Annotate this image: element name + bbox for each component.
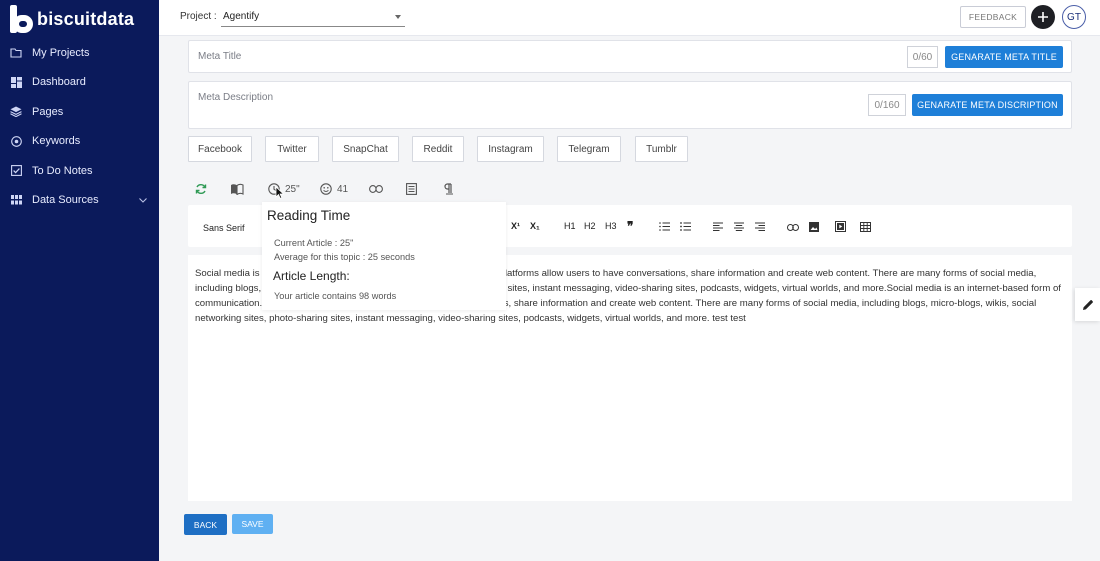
project-select[interactable]: Agentify bbox=[221, 6, 405, 27]
bullet-list-icon[interactable] bbox=[680, 222, 691, 233]
heading3-button[interactable]: H3 bbox=[605, 221, 617, 231]
align-left-icon[interactable] bbox=[713, 222, 723, 233]
link-icon[interactable] bbox=[369, 180, 383, 198]
social-telegram-button[interactable]: Telegram bbox=[557, 136, 621, 162]
social-instagram-button[interactable]: Instagram bbox=[477, 136, 544, 162]
topbar: Project : Agentify FEEDBACK GT bbox=[159, 0, 1100, 36]
folder-icon bbox=[10, 47, 22, 59]
grid-icon bbox=[10, 194, 22, 206]
sidebar-item-data-sources[interactable]: Data Sources bbox=[0, 186, 159, 216]
sidebar-item-label: Dashboard bbox=[32, 76, 86, 89]
social-facebook-button[interactable]: Facebook bbox=[188, 136, 252, 162]
logo-mark-icon bbox=[10, 5, 34, 33]
subscript-button[interactable]: X₁ bbox=[530, 221, 540, 231]
insert-video-icon[interactable] bbox=[835, 221, 846, 234]
social-snapchat-button[interactable]: SnapChat bbox=[332, 136, 399, 162]
heading2-button[interactable]: H2 bbox=[584, 221, 596, 231]
sidebar-item-label: My Projects bbox=[32, 46, 90, 59]
checkbox-icon bbox=[10, 165, 22, 177]
back-button[interactable]: BACK bbox=[184, 514, 227, 535]
edit-pen-button[interactable] bbox=[1075, 288, 1100, 321]
social-twitter-button[interactable]: Twitter bbox=[265, 136, 319, 162]
refresh-icon[interactable] bbox=[195, 180, 207, 198]
tooltip-title: Reading Time bbox=[267, 208, 351, 223]
align-center-icon[interactable] bbox=[734, 222, 744, 233]
caret-down-icon bbox=[395, 15, 401, 19]
blockquote-button[interactable]: ❞ bbox=[627, 219, 633, 233]
mouse-cursor-icon bbox=[275, 186, 284, 199]
brand-logo[interactable]: biscuitdata bbox=[0, 0, 159, 38]
sidebar-item-to-do-notes[interactable]: To Do Notes bbox=[0, 156, 159, 186]
ordered-list-icon[interactable] bbox=[659, 222, 670, 233]
reading-time-value: 25" bbox=[285, 183, 300, 195]
sidebar-item-label: Pages bbox=[32, 105, 64, 118]
reading-time-tooltip: Reading Time Current Article : 25" Avera… bbox=[262, 202, 506, 310]
layers-icon bbox=[10, 106, 22, 118]
project-select-value: Agentify bbox=[223, 11, 260, 22]
project-label: Project : bbox=[180, 11, 217, 22]
meta-description-placeholder: Meta Description bbox=[198, 92, 274, 103]
meta-description-counter: 0/160 bbox=[868, 94, 906, 116]
tooltip-average: Average for this topic : 25 seconds bbox=[274, 252, 415, 262]
feedback-button[interactable]: FEEDBACK bbox=[960, 6, 1026, 28]
social-tumblr-button[interactable]: Tumblr bbox=[635, 136, 688, 162]
sidebar-item-label: Keywords bbox=[32, 135, 81, 148]
brand-name: biscuitdata bbox=[37, 8, 135, 29]
sidebar: biscuitdata My Projects Dashboard Pages … bbox=[0, 0, 159, 561]
sentiment-value: 41 bbox=[337, 183, 349, 195]
font-select[interactable]: Sans Serif bbox=[203, 223, 245, 233]
smiley-icon bbox=[320, 183, 332, 195]
user-avatar[interactable]: GT bbox=[1062, 5, 1086, 29]
generate-meta-description-button[interactable]: GENARATE META DISCRIPTION bbox=[912, 94, 1063, 116]
tooltip-length-title: Article Length: bbox=[273, 269, 350, 283]
insert-link-icon[interactable] bbox=[787, 223, 799, 233]
plus-icon bbox=[1038, 12, 1048, 22]
sidebar-item-label: To Do Notes bbox=[32, 164, 93, 177]
sidebar-item-my-projects[interactable]: My Projects bbox=[0, 38, 159, 68]
meta-title-placeholder: Meta Title bbox=[198, 51, 242, 62]
chevron-down-icon[interactable] bbox=[139, 195, 147, 205]
insert-table-icon[interactable] bbox=[860, 222, 871, 234]
save-button[interactable]: SAVE bbox=[232, 514, 273, 534]
pencil-icon bbox=[1082, 299, 1093, 310]
meta-description-field[interactable]: Meta Description 0/160 GENARATE META DIS… bbox=[188, 81, 1072, 129]
dashboard-icon bbox=[10, 76, 22, 88]
tooltip-current-article: Current Article : 25" bbox=[274, 238, 354, 248]
paragraph-icon[interactable] bbox=[443, 180, 454, 198]
target-icon bbox=[10, 135, 22, 147]
social-reddit-button[interactable]: Reddit bbox=[412, 136, 464, 162]
meta-title-counter: 0/60 bbox=[907, 46, 938, 68]
sidebar-item-dashboard[interactable]: Dashboard bbox=[0, 68, 159, 98]
add-button[interactable] bbox=[1031, 5, 1055, 29]
insert-image-icon[interactable] bbox=[809, 222, 819, 234]
generate-meta-title-button[interactable]: GENARATE META TITLE bbox=[945, 46, 1063, 68]
heading1-button[interactable]: H1 bbox=[564, 221, 576, 231]
tooltip-length-text: Your article contains 98 words bbox=[274, 291, 397, 301]
superscript-button[interactable]: X¹ bbox=[511, 221, 520, 231]
sidebar-nav: My Projects Dashboard Pages Keywords To … bbox=[0, 38, 159, 215]
sidebar-item-keywords[interactable]: Keywords bbox=[0, 127, 159, 157]
align-right-icon[interactable] bbox=[755, 222, 765, 233]
sidebar-item-pages[interactable]: Pages bbox=[0, 97, 159, 127]
sentiment-stat[interactable]: 41 bbox=[320, 180, 348, 198]
document-list-icon[interactable] bbox=[406, 180, 417, 198]
sidebar-item-label: Data Sources bbox=[32, 194, 99, 207]
book-icon[interactable] bbox=[230, 180, 244, 198]
meta-title-field[interactable]: Meta Title 0/60 GENARATE META TITLE bbox=[188, 40, 1072, 73]
